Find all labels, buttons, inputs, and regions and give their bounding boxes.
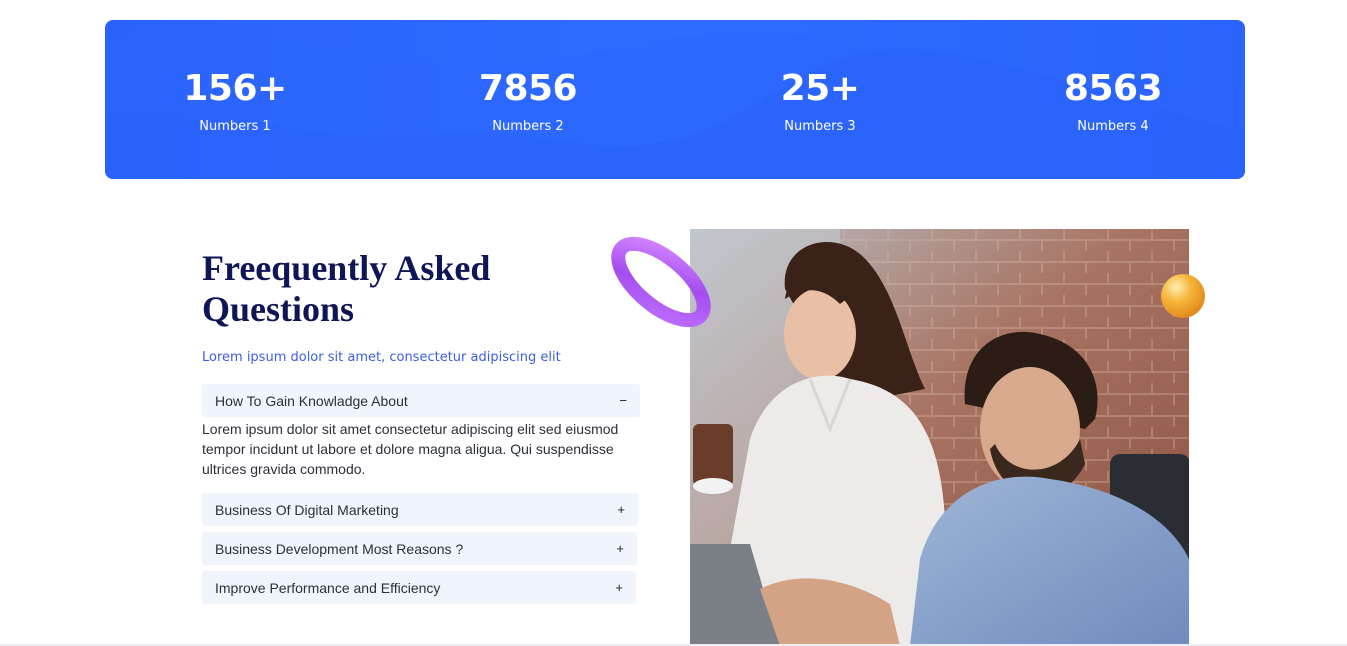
stat-value: 25+ [780, 68, 860, 109]
team-photo [690, 229, 1189, 646]
sphere-decoration [1161, 274, 1205, 318]
accordion-item-digital-marketing[interactable]: Business Of Digital Marketing + [202, 493, 638, 526]
accordion-item-performance[interactable]: Improve Performance and Efficiency + [202, 571, 636, 604]
stat-value: 156+ [183, 68, 287, 109]
accordion-question: Business Of Digital Marketing [215, 501, 399, 518]
stat-label: Numbers 4 [1077, 119, 1149, 134]
accordion-item-business-development[interactable]: Business Development Most Reasons ? + [202, 532, 637, 565]
accordion-question: Improve Performance and Efficiency [215, 579, 441, 596]
stat-1: 156+ Numbers 1 [115, 68, 355, 136]
faq-title: Freequently Asked Questions [202, 248, 491, 329]
stat-value: 7856 [478, 68, 578, 109]
plus-icon[interactable]: + [616, 541, 624, 556]
accordion-item-knowledge[interactable]: How To Gain Knowladge About − [202, 384, 640, 417]
faq-subtitle: Lorem ipsum dolor sit amet, consectetur … [202, 350, 561, 365]
stat-label: Numbers 1 [199, 119, 271, 134]
stat-2: 7856 Numbers 2 [408, 68, 648, 136]
plus-icon[interactable]: + [617, 502, 625, 517]
stat-label: Numbers 2 [492, 119, 564, 134]
accordion-question: How To Gain Knowladge About [215, 392, 408, 409]
torus-decoration [611, 236, 711, 328]
stat-label: Numbers 3 [784, 119, 856, 134]
stat-3: 25+ Numbers 3 [700, 68, 940, 136]
minus-icon[interactable]: − [619, 393, 627, 408]
stat-value: 8563 [1063, 68, 1163, 109]
accordion-question: Business Development Most Reasons ? [215, 540, 464, 557]
stats-banner: 156+ Numbers 1 7856 Numbers 2 25+ Number… [105, 20, 1245, 179]
plus-icon[interactable]: + [615, 580, 623, 595]
stat-4: 8563 Numbers 4 [993, 68, 1233, 136]
accordion-answer: Lorem ipsum dolor sit amet consectetur a… [202, 421, 619, 477]
